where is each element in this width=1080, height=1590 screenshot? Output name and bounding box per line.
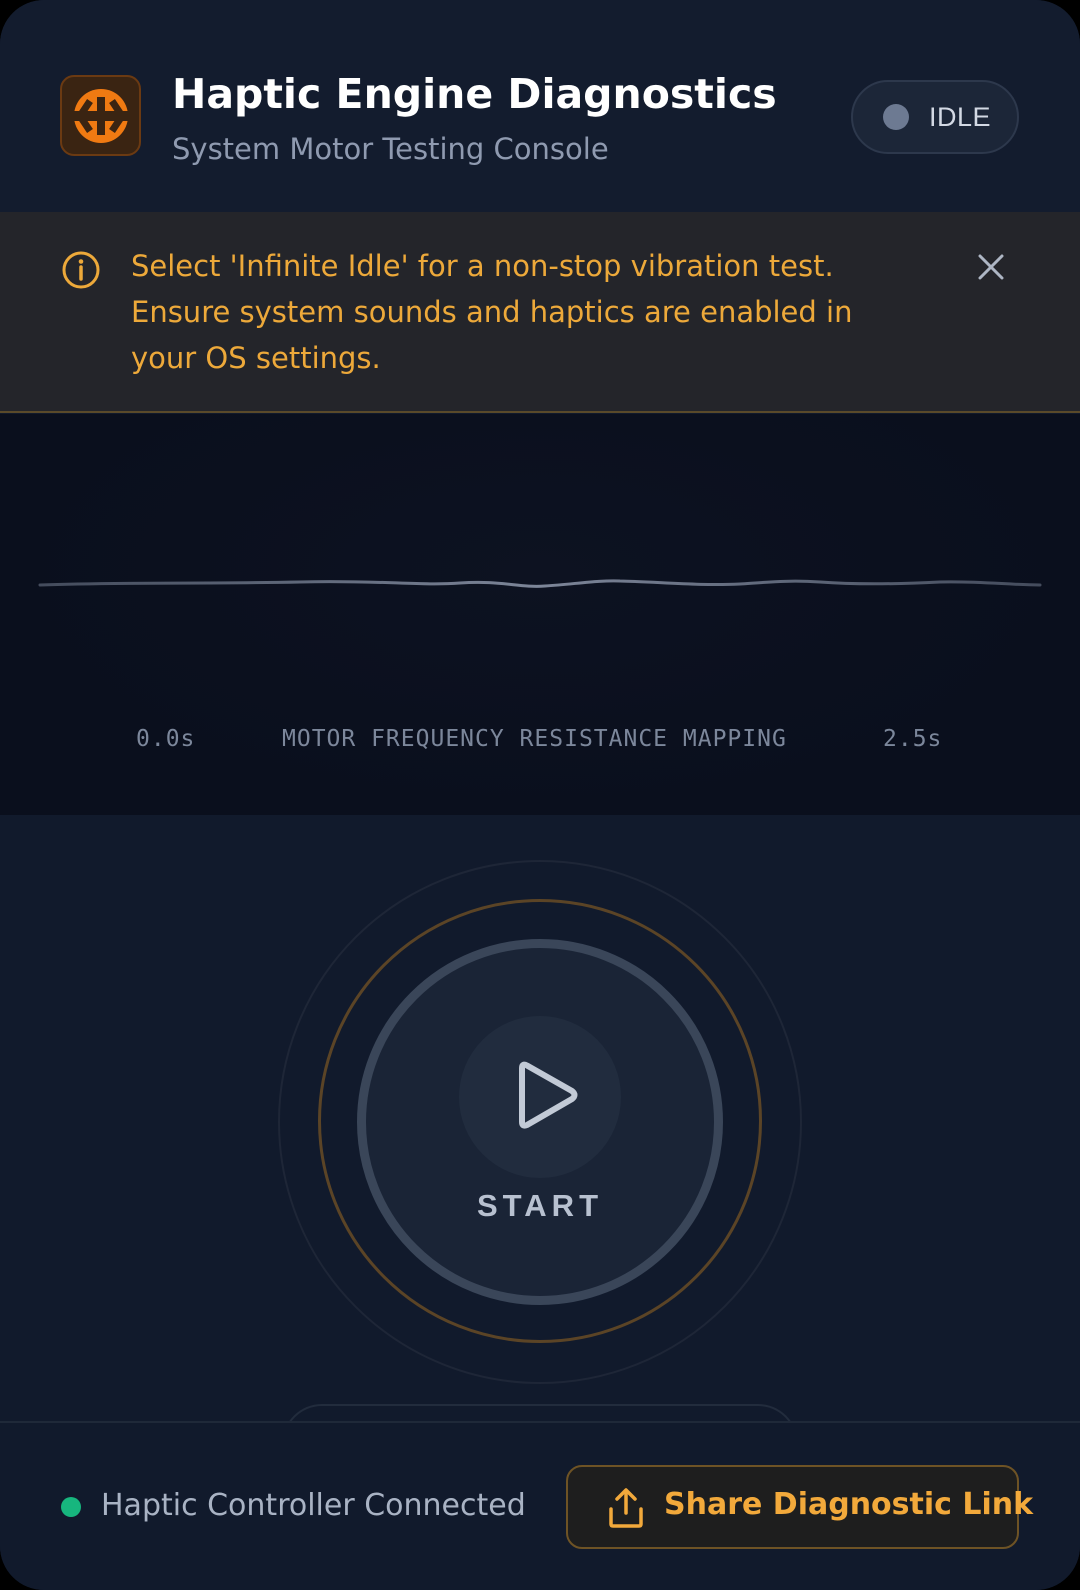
- share-button-label: Share Diagnostic Link: [664, 1487, 1034, 1522]
- app-title: Haptic Engine Diagnostics: [172, 70, 777, 118]
- status-badge: IDLE: [851, 80, 1019, 154]
- share-diagnostic-link-button[interactable]: Share Diagnostic Link: [566, 1465, 1033, 1549]
- connection-status-dot: [61, 1497, 81, 1517]
- connection-status-text: Haptic Controller Connected: [101, 1488, 526, 1523]
- play-icon[interactable]: [514, 1060, 580, 1136]
- info-banner-message: Select 'Infinite Idle' for a non-stop vi…: [131, 249, 853, 375]
- waveform-end-time: 2.5s: [883, 726, 943, 752]
- start-label[interactable]: START: [440, 1188, 640, 1224]
- close-icon[interactable]: [978, 254, 1004, 284]
- haptic-engine-logo-icon: [60, 75, 141, 156]
- share-upload-icon: [606, 1487, 646, 1533]
- status-dot: [883, 104, 909, 130]
- waveform-caption: MOTOR FREQUENCY RESISTANCE MAPPING: [282, 726, 787, 752]
- app-subtitle: System Motor Testing Console: [172, 132, 609, 166]
- waveform-trace: [38, 579, 1042, 588]
- app-window: Haptic Engine Diagnostics System Motor T…: [0, 0, 1080, 1590]
- waveform-start-time: 0.0s: [136, 726, 196, 752]
- status-label: IDLE: [929, 101, 992, 132]
- info-icon: [61, 250, 101, 294]
